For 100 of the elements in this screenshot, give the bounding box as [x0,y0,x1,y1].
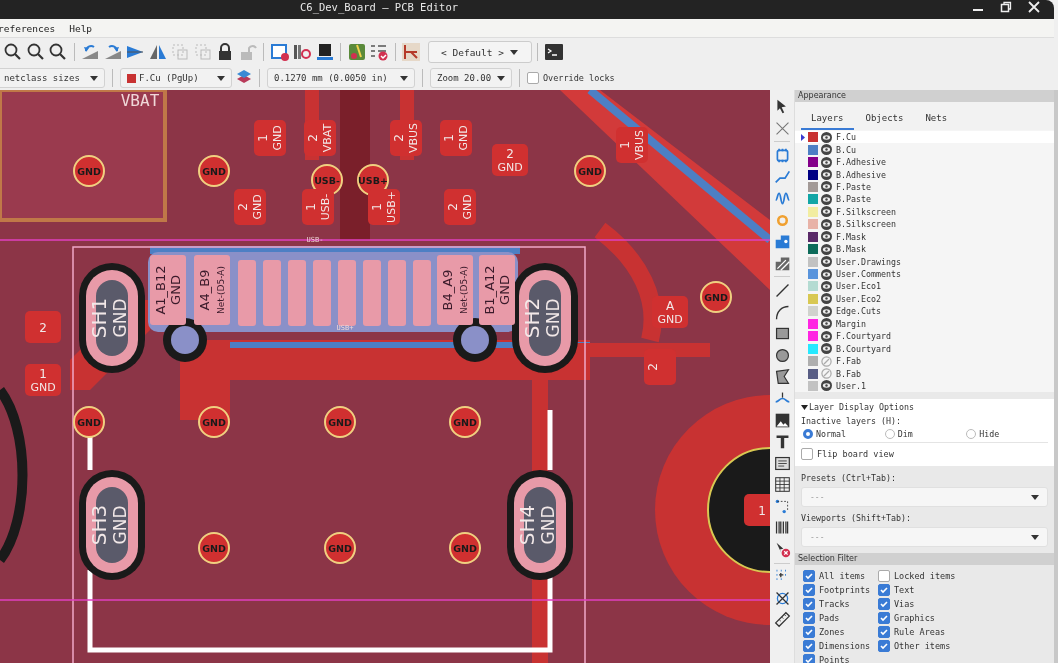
menu-item[interactable]: Help [69,22,93,34]
leader-icon[interactable] [773,497,791,515]
layer-swatch[interactable] [808,269,818,280]
layer-swatch[interactable] [808,306,818,317]
layer-row[interactable]: F.Mask [795,230,1054,243]
layer-swatch[interactable] [808,356,818,367]
layer-swatch[interactable] [808,281,818,292]
menu-item[interactable]: references [0,22,56,34]
layer-swatch[interactable] [808,368,818,379]
eye-icon[interactable] [821,256,832,268]
tab[interactable]: Objects [855,110,914,130]
checkbox[interactable] [803,597,815,610]
eye-icon[interactable] [821,318,832,330]
eye-icon[interactable] [821,193,832,205]
layer-swatch[interactable] [808,144,818,155]
polygon-icon[interactable] [773,368,791,386]
library-browse-icon[interactable] [292,42,312,62]
layer-swatch[interactable] [808,206,818,217]
layer-row[interactable]: B.Adhesive [795,168,1054,181]
close-icon[interactable] [1028,1,1040,13]
eye-icon[interactable] [821,144,832,156]
layer-row[interactable]: B.Silkscreen [795,218,1054,231]
zoom-selection-icon[interactable] [48,42,68,62]
radio-button[interactable] [884,429,895,440]
layer-swatch[interactable] [808,157,818,168]
layer-swatch[interactable] [808,169,818,180]
layer-swatch[interactable] [808,244,818,255]
route-icon[interactable] [401,42,421,62]
layer-row[interactable]: F.Paste [795,180,1054,194]
checkbox[interactable] [878,611,890,624]
checkbox[interactable] [878,625,890,638]
layer-row[interactable]: User.Comments [795,267,1054,281]
layer-swatch[interactable] [808,256,818,267]
radio-button[interactable] [966,429,977,440]
layer-swatch[interactable] [808,231,818,242]
layer-row[interactable]: F.Silkscreen [795,205,1054,219]
layer-row[interactable]: User.Eco2 [795,292,1054,306]
restore-icon[interactable] [1000,1,1012,13]
layer-swatch[interactable] [808,380,818,391]
route-track-icon[interactable] [773,168,791,186]
arc-icon[interactable] [773,303,791,321]
board-setup-icon[interactable] [314,42,335,62]
measure-icon[interactable] [773,611,791,629]
layer-swatch[interactable] [808,343,818,354]
checkbox[interactable] [878,597,890,610]
textbox-icon[interactable] [773,454,791,472]
track-width-dropdown[interactable]: netclass sizes [0,68,105,88]
layer-row[interactable]: User.Drawings [795,255,1054,268]
layer-row[interactable]: B.Mask [795,242,1054,256]
layer-row[interactable]: B.Paste [795,193,1054,206]
eye-icon[interactable] [821,169,832,181]
image-icon[interactable] [773,411,791,429]
layer-row[interactable]: B.Courtyard [795,342,1054,355]
zone-icon[interactable] [773,233,791,251]
layer-row[interactable]: Margin [795,317,1054,330]
layer-row[interactable]: User.Eco1 [795,280,1054,293]
terminal-icon[interactable] [543,42,564,62]
layer-swatch[interactable] [808,318,818,329]
zoom-fit-icon[interactable] [3,42,23,62]
layer-row[interactable]: F.Adhesive [795,155,1054,169]
eye-icon[interactable] [821,218,832,230]
layer-row[interactable]: User.1 [795,379,1054,393]
checkbox[interactable] [527,72,539,84]
checkbox[interactable] [878,569,890,582]
eye-icon[interactable] [821,305,832,317]
layer-swatch[interactable] [808,219,818,230]
eye-icon[interactable] [821,268,832,280]
drc-icon[interactable] [346,42,367,62]
checkbox[interactable] [803,583,815,596]
eye-icon[interactable] [821,330,832,342]
layer-row[interactable]: Edge.Cuts [795,305,1054,318]
caret-icon[interactable] [801,404,808,410]
footprint-edit-icon[interactable] [269,42,290,62]
checkbox[interactable] [878,639,890,652]
eye-icon[interactable] [821,156,832,168]
circle-icon[interactable] [773,346,791,364]
tab[interactable]: Nets [915,110,958,130]
eye-icon[interactable] [821,243,832,255]
eye-icon[interactable] [821,206,832,218]
layer-swatch[interactable] [808,181,818,192]
radio-button[interactable] [803,429,813,440]
checkbox[interactable] [803,625,815,638]
layer-row[interactable]: F.Fab [795,354,1054,368]
checkbox[interactable] [803,639,815,652]
zoom-in-icon[interactable] [25,42,46,62]
checkbox[interactable] [803,569,815,582]
checkbox[interactable] [803,653,815,663]
layer-swatch[interactable] [808,293,818,304]
layer-row[interactable]: F.Cu [795,131,1054,144]
eye-icon[interactable] [821,280,832,292]
layer-row[interactable]: F.Courtyard [795,330,1054,343]
eye-icon[interactable] [821,231,832,243]
eye-icon[interactable] [821,131,832,143]
eye-icon[interactable] [821,293,832,305]
grid-dropdown[interactable]: 0.1270 mm (0.0050 in) [267,68,415,88]
layer-row[interactable]: B.Cu [795,143,1054,156]
checkbox[interactable] [803,611,815,624]
table-icon[interactable] [773,476,791,494]
zoom-dropdown[interactable]: Zoom 20.00 [430,68,512,88]
layer-swatch[interactable] [808,132,818,143]
